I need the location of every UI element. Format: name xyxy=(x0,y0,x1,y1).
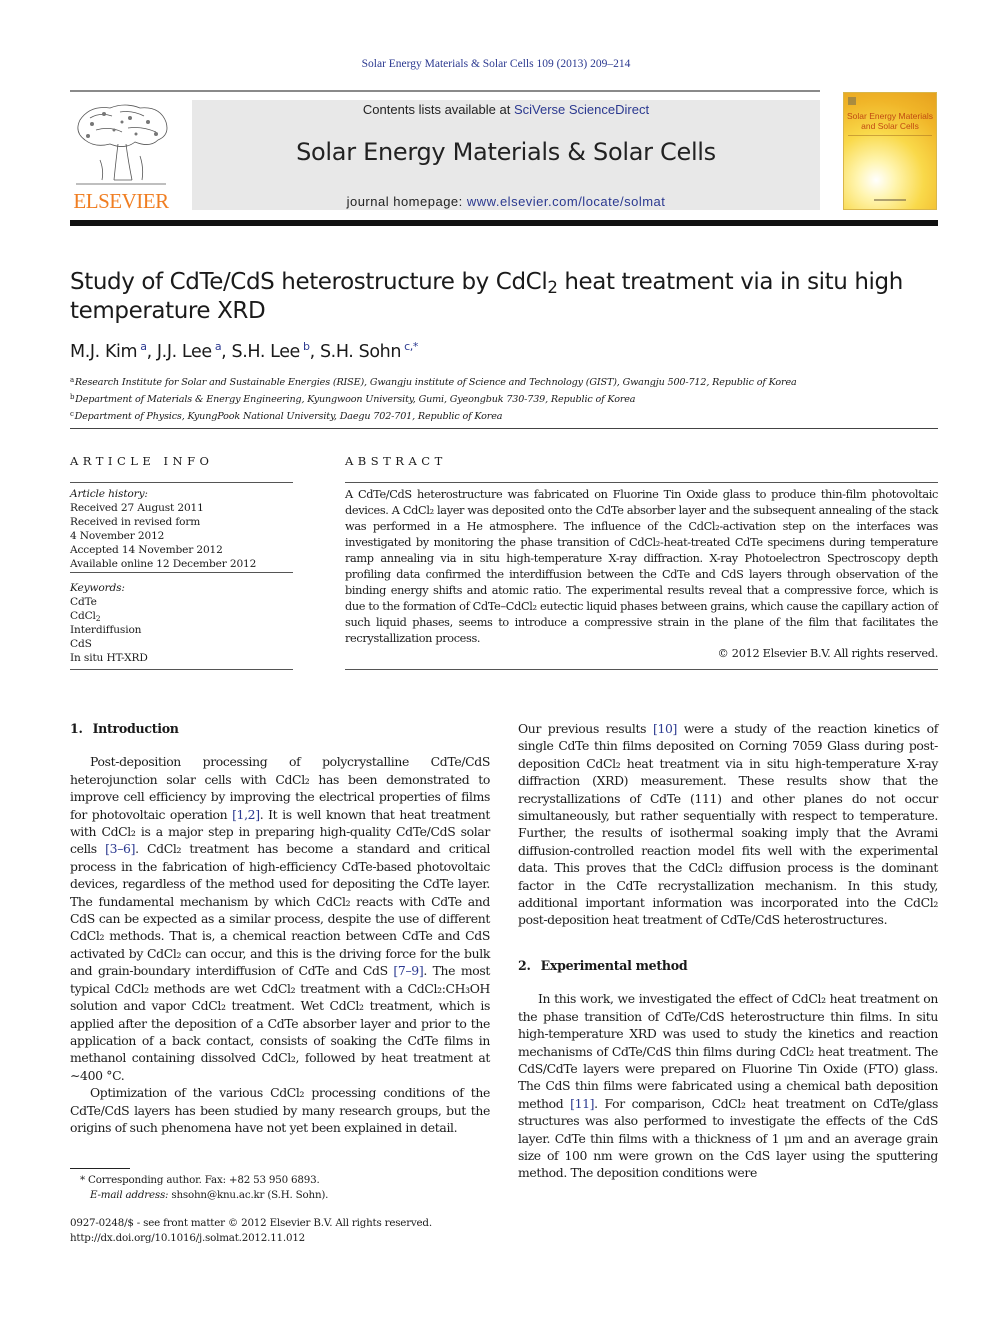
email-label: E-mail address: xyxy=(90,1188,169,1201)
footnotes: * Corresponding author. Fax: +82 53 950 … xyxy=(70,1173,490,1202)
affiliation-text: Department of Materials & Energy Enginee… xyxy=(75,394,636,405)
paragraph: Our previous results [10] were a study o… xyxy=(518,720,938,929)
affiliation-text: Department of Physics, KyungPook Nationa… xyxy=(74,411,503,422)
cover-footer-mark xyxy=(874,199,906,201)
citation-link[interactable]: [3–6] xyxy=(105,841,135,856)
title-block-rule xyxy=(70,428,938,429)
author-affil-link[interactable]: c,* xyxy=(404,340,418,353)
body-column-left: 1. Introduction Post-deposition processin… xyxy=(70,720,490,1136)
author-affil-link[interactable]: a xyxy=(215,340,222,353)
cover-publisher-mark xyxy=(848,97,856,105)
author[interactable]: M.J. Kim xyxy=(70,342,138,362)
elsevier-logo[interactable]: ELSEVIER xyxy=(70,100,172,213)
history-item: Received 27 August 2011 xyxy=(70,502,204,514)
paragraph: Post-deposition processing of polycrysta… xyxy=(70,753,490,1084)
paragraph-text: In this work, we investigated the effect… xyxy=(518,991,938,1111)
footnote-rule xyxy=(70,1168,130,1169)
journal-cover-thumbnail[interactable]: Solar Energy Materials and Solar Cells xyxy=(843,92,937,210)
masthead-thick-rule xyxy=(70,220,938,226)
article-title: Study of CdTe/CdS heterostructure by CdC… xyxy=(70,268,930,326)
body-column-right: Our previous results [10] were a study o… xyxy=(518,720,938,1182)
author[interactable]: S.H. Sohn xyxy=(320,342,401,362)
paragraph-text: were a study of the reaction kinetics of… xyxy=(518,721,938,928)
article-info-rule xyxy=(70,669,293,670)
affiliation: c Department of Physics, KyungPook Natio… xyxy=(70,407,930,424)
keyword: CdCl2 xyxy=(70,610,101,623)
paragraph: Optimization of the various CdCl₂ proces… xyxy=(70,1085,490,1135)
abstract-text: A CdTe/CdS heterostructure was fabricate… xyxy=(345,488,938,645)
paragraph: In this work, we investigated the effect… xyxy=(518,990,938,1181)
keywords-heading: Keywords: xyxy=(70,582,125,594)
author[interactable]: J.J. Lee xyxy=(157,342,212,362)
abstract-copyright: © 2012 Elsevier B.V. All rights reserved… xyxy=(717,647,939,660)
affiliation: a Research Institute for Solar and Susta… xyxy=(70,373,930,390)
paragraph-text: Our previous results xyxy=(518,721,653,736)
section-heading-introduction: 1. Introduction xyxy=(70,720,490,737)
article-info-rule xyxy=(70,482,293,483)
history-item: 4 November 2012 xyxy=(70,530,165,542)
citation-link[interactable]: [7–9] xyxy=(393,963,423,978)
keyword: In situ HT-XRD xyxy=(70,652,148,664)
author[interactable]: S.H. Lee xyxy=(232,342,301,362)
affiliation-key: c xyxy=(70,410,74,418)
keyword: CdS xyxy=(70,638,92,650)
section-title: Experimental method xyxy=(540,957,688,973)
keywords: Keywords: CdTe CdCl2 Interdiffusion CdS … xyxy=(70,581,295,665)
affiliation-key: a xyxy=(70,376,75,384)
citation-link[interactable]: [1,2] xyxy=(232,807,260,822)
affiliation-text: Research Institute for Solar and Sustain… xyxy=(74,377,797,388)
keyword: CdTe xyxy=(70,596,97,608)
header-rule xyxy=(70,90,820,92)
homepage-prefix: journal homepage: xyxy=(346,194,467,209)
doi-link[interactable]: http://dx.doi.org/10.1016/j.solmat.2012.… xyxy=(70,1231,490,1246)
front-matter: 0927-0248/$ - see front matter © 2012 El… xyxy=(70,1216,490,1245)
journal-homepage-link[interactable]: www.elsevier.com/locate/solmat xyxy=(467,194,666,209)
homepage-line: journal homepage: www.elsevier.com/locat… xyxy=(192,194,820,209)
abstract-rule xyxy=(345,669,938,670)
citation-link[interactable]: [11] xyxy=(570,1096,594,1111)
author-affil-link[interactable]: b xyxy=(303,340,310,353)
affiliation: b Department of Materials & Energy Engin… xyxy=(70,390,930,407)
history-item: Available online 12 December 2012 xyxy=(70,558,257,570)
article-history-heading: Article history: xyxy=(70,488,148,500)
contents-line: Contents lists available at SciVerse Sci… xyxy=(192,102,820,117)
corresponding-author-note: * Corresponding author. Fax: +82 53 950 … xyxy=(80,1174,320,1186)
paragraph-text: . CdCl₂ treatment has become a standard … xyxy=(70,841,490,979)
section-heading-experimental-method: 2. Experimental method xyxy=(518,957,938,974)
affiliation-list: a Research Institute for Solar and Susta… xyxy=(70,373,930,424)
sciencedirect-link[interactable]: SciVerse ScienceDirect xyxy=(514,102,649,117)
running-header[interactable]: Solar Energy Materials & Solar Cells 109… xyxy=(0,58,992,70)
citation-link[interactable]: [10] xyxy=(653,721,677,736)
cover-divider xyxy=(848,135,932,136)
issn-copyright: 0927-0248/$ - see front matter © 2012 El… xyxy=(70,1217,432,1229)
history-item: Received in revised form xyxy=(70,516,201,528)
cover-title: Solar Energy Materials and Solar Cells xyxy=(847,111,933,131)
abstract-label: ABSTRACT xyxy=(345,454,447,468)
journal-masthead: Contents lists available at SciVerse Sci… xyxy=(192,100,820,210)
journal-name: Solar Energy Materials & Solar Cells xyxy=(296,138,716,166)
article-info-label: ARTICLE INFO xyxy=(70,454,214,468)
affiliation-key: b xyxy=(70,393,75,401)
article-history: Article history: Received 27 August 2011… xyxy=(70,487,295,571)
section-number: 1. xyxy=(70,721,83,736)
article-info-rule xyxy=(70,572,293,573)
abstract-rule xyxy=(345,482,938,483)
paragraph-text: . The most typical CdCl₂ methods are wet… xyxy=(70,963,490,1083)
title-subscript: 2 xyxy=(547,278,558,298)
title-text-1: Study of CdTe/CdS heterostructure by CdC… xyxy=(70,269,548,295)
email-note: E-mail address: shsohn@knu.ac.kr (S.H. S… xyxy=(70,1188,490,1203)
section-title: Introduction xyxy=(92,721,179,736)
keyword: Interdiffusion xyxy=(70,624,142,636)
contents-prefix: Contents lists available at xyxy=(362,102,514,117)
section-number: 2. xyxy=(518,957,531,973)
author-affil-link[interactable]: a xyxy=(140,340,147,353)
author-list: M.J. Kim a, J.J. Lee a, S.H. Lee b, S.H.… xyxy=(70,340,418,362)
tree-icon xyxy=(76,104,168,185)
elsevier-wordmark: ELSEVIER xyxy=(73,189,169,213)
email-value[interactable]: shsohn@knu.ac.kr (S.H. Sohn). xyxy=(168,1189,328,1201)
history-item: Accepted 14 November 2012 xyxy=(70,544,223,556)
